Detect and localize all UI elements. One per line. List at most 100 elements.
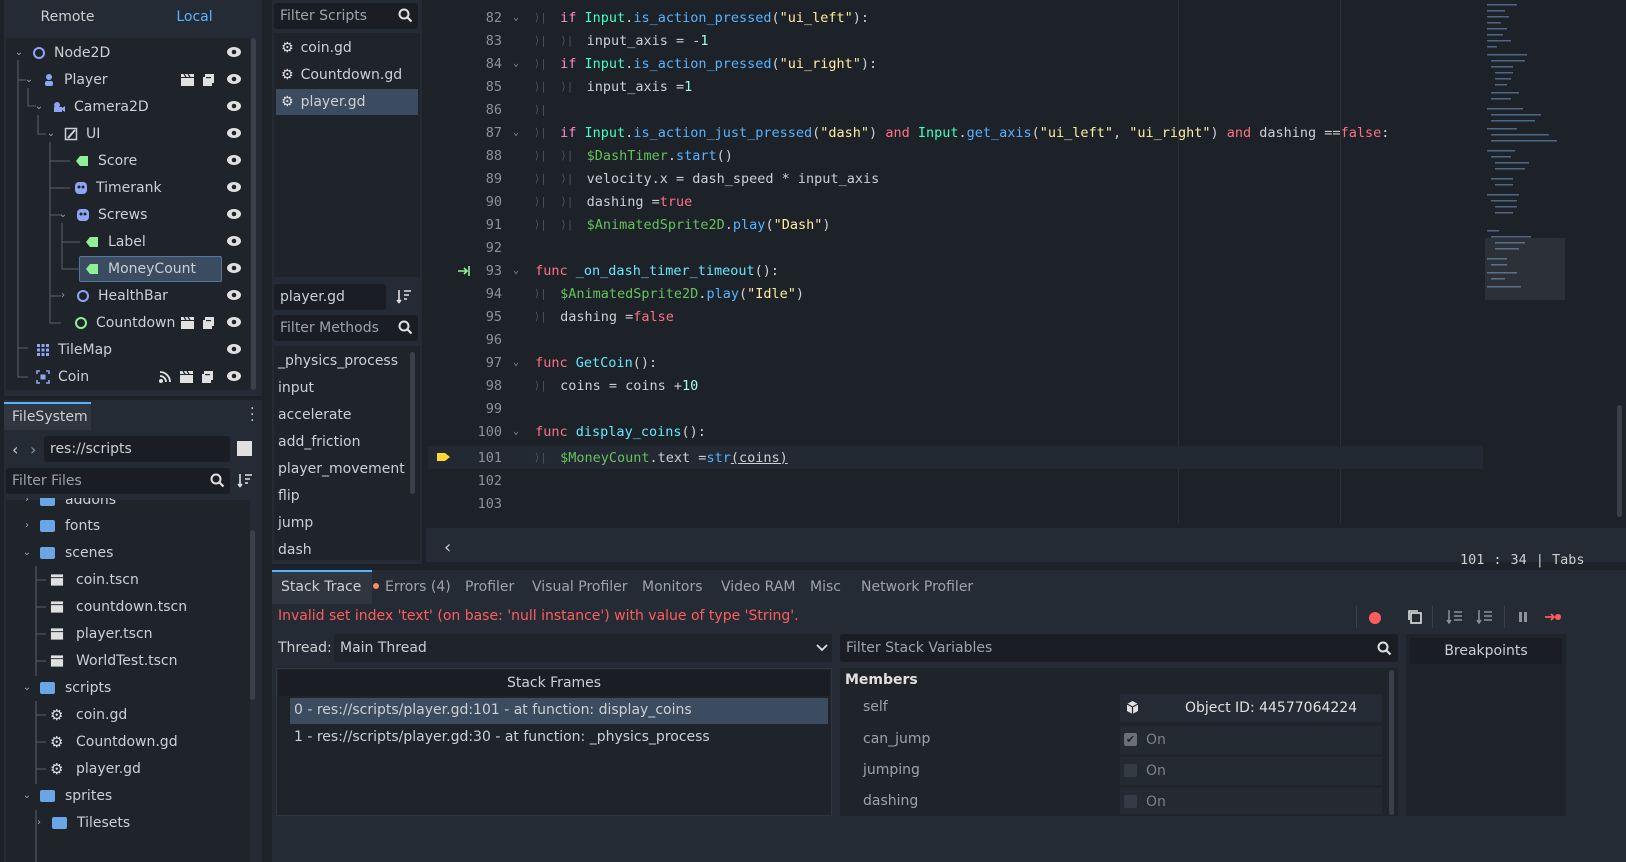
forward-icon[interactable]: › <box>30 440 36 459</box>
connected-signal-icon[interactable] <box>457 264 473 278</box>
checkbox-icon[interactable] <box>1124 795 1137 808</box>
pause-icon[interactable] <box>1514 608 1532 626</box>
filesystem-tab[interactable]: FileSystem <box>4 402 91 430</box>
tab-video-ram[interactable]: Video RAM <box>721 576 796 598</box>
tab-local[interactable]: Local <box>131 9 258 25</box>
thread-select[interactable]: Main Thread <box>334 634 832 662</box>
tree-node-tilemap[interactable]: TileMap <box>36 336 112 364</box>
method-item[interactable]: _physics_process <box>278 347 398 374</box>
fold-icon[interactable]: ⌄ <box>513 127 527 138</box>
fs-file-countdown-gd[interactable]: ⚙ Countdown.gd <box>50 728 178 755</box>
filter-scripts-input[interactable]: Filter Scripts <box>274 3 418 29</box>
tree-node-ui[interactable]: ⌄ UI <box>46 120 101 148</box>
filter-methods-input[interactable]: Filter Methods <box>274 315 418 341</box>
tree-node-score[interactable]: Score <box>74 147 137 175</box>
tree-node-moneycount[interactable]: MoneyCount <box>84 255 196 283</box>
tree-node-camera2d[interactable]: ⌄ Camera2D <box>34 93 149 121</box>
chevron-right-icon[interactable]: › <box>58 291 68 301</box>
sort-icon[interactable] <box>237 473 253 488</box>
minimap[interactable] <box>1485 0 1565 300</box>
tree-node-player[interactable]: ⌄ Player <box>24 66 108 94</box>
fs-file-player-tscn[interactable]: player.tscn <box>50 620 153 647</box>
script-item-countdown[interactable]: ⚙ Countdown.gd <box>276 62 418 88</box>
editor-scrollbar[interactable] <box>1617 405 1622 517</box>
copy-icon[interactable] <box>1406 608 1424 626</box>
fs-file-coin-gd[interactable]: ⚙ coin.gd <box>50 701 127 728</box>
kebab-menu-icon[interactable]: · · · <box>250 402 256 428</box>
fold-icon[interactable]: ⌄ <box>513 58 527 69</box>
tree-node-coin[interactable]: Coin <box>36 363 89 391</box>
stack-frame[interactable]: 0 - res://scripts/player.gd:101 - at fun… <box>294 702 692 718</box>
chevron-down-icon[interactable]: ⌄ <box>22 790 32 801</box>
chevron-right-icon[interactable]: › <box>22 520 32 531</box>
fs-folder-scripts[interactable]: ⌄ scripts <box>22 674 112 701</box>
clapper-icon[interactable] <box>180 73 195 87</box>
filter-stack-variables-input[interactable]: Filter Stack Variables <box>840 634 1398 662</box>
scene-scrollbar[interactable] <box>251 38 256 390</box>
signal-icon[interactable] <box>158 370 173 384</box>
tab-errors[interactable]: Errors (4) <box>385 576 451 598</box>
fs-folder-scenes[interactable]: ⌄ scenes <box>22 539 114 566</box>
method-item[interactable]: player_movement <box>278 455 405 482</box>
method-item[interactable]: jump <box>278 509 313 536</box>
tree-node-node2d[interactable]: ⌄ Node2D <box>14 39 110 67</box>
chevron-down-icon[interactable]: ⌄ <box>14 48 24 58</box>
script-icon[interactable] <box>201 316 216 330</box>
script-item-coin[interactable]: ⚙ coin.gd <box>276 35 418 61</box>
fs-file-countdown-tscn[interactable]: countdown.tscn <box>50 593 187 620</box>
file-tree-scrollbar[interactable] <box>250 530 255 700</box>
vars-scrollbar[interactable] <box>1389 670 1394 815</box>
tab-stack-trace[interactable]: Stack Trace <box>281 576 361 598</box>
tab-visual-profiler[interactable]: Visual Profiler <box>532 576 628 598</box>
tree-node-healthbar[interactable]: › HealthBar <box>58 282 168 310</box>
fold-icon[interactable]: ⌄ <box>513 265 527 276</box>
checkbox-icon[interactable] <box>1124 764 1137 777</box>
clapper-icon[interactable] <box>179 370 194 384</box>
clapper-icon[interactable] <box>180 316 195 330</box>
filter-files-input[interactable]: Filter Files <box>6 468 230 494</box>
tree-node-screws[interactable]: ⌄ Screws <box>58 201 148 229</box>
method-item[interactable]: accelerate <box>278 401 352 428</box>
tree-node-label[interactable]: Label <box>84 228 146 256</box>
fold-icon[interactable]: ⌄ <box>513 12 527 23</box>
indent-mode[interactable]: | Tabs <box>1536 552 1585 568</box>
step-over-icon[interactable] <box>1476 608 1494 626</box>
method-scrollbar[interactable] <box>410 352 415 494</box>
toggle-scripts-panel-icon[interactable]: ‹ <box>444 537 451 558</box>
fs-folder-tilesets[interactable]: › Tilesets <box>34 809 130 836</box>
layout-toggle-icon[interactable] <box>237 441 252 456</box>
chevron-down-icon[interactable]: ⌄ <box>22 682 32 693</box>
tree-node-countdown[interactable]: Countdown <box>74 309 175 337</box>
chevron-down-icon[interactable]: ⌄ <box>46 129 56 139</box>
path-input[interactable]: res://scripts <box>44 436 230 462</box>
stack-frame[interactable]: 1 - res://scripts/player.gd:30 - at func… <box>294 729 710 745</box>
script-icon[interactable] <box>200 370 215 384</box>
record-icon[interactable] <box>1369 612 1381 624</box>
chevron-down-icon[interactable]: ⌄ <box>34 102 44 112</box>
method-item[interactable]: flip <box>278 482 300 509</box>
continue-icon[interactable] <box>1544 608 1562 626</box>
chevron-down-icon[interactable]: ⌄ <box>58 210 68 220</box>
chevron-down-icon[interactable]: ⌄ <box>22 547 32 558</box>
tab-remote[interactable]: Remote <box>4 9 131 25</box>
tab-monitors[interactable]: Monitors <box>642 576 703 598</box>
method-item[interactable]: input <box>278 374 314 401</box>
tab-profiler[interactable]: Profiler <box>465 576 514 598</box>
chevron-down-icon[interactable]: ⌄ <box>24 75 34 85</box>
var-value[interactable]: Object ID: 44577064224 <box>1185 700 1357 716</box>
checkbox-checked-icon[interactable]: ✔ <box>1124 733 1137 746</box>
fold-icon[interactable]: ⌄ <box>513 357 527 368</box>
chevron-right-icon[interactable]: › <box>34 817 44 828</box>
tab-network-profiler[interactable]: Network Profiler <box>861 576 973 598</box>
fs-folder-sprites[interactable]: ⌄ sprites <box>22 782 112 809</box>
sort-icon[interactable] <box>396 289 412 304</box>
fs-file-coin-tscn[interactable]: coin.tscn <box>50 566 139 593</box>
fs-file-player-gd[interactable]: ⚙ player.gd <box>50 755 141 782</box>
method-item[interactable]: dash <box>278 536 312 563</box>
minimap-viewport[interactable] <box>1485 238 1565 300</box>
script-item-player[interactable]: ⚙ player.gd <box>276 89 418 115</box>
fs-file-worldtest-tscn[interactable]: WorldTest.tscn <box>50 647 178 674</box>
script-icon[interactable] <box>201 73 216 87</box>
tab-misc[interactable]: Misc <box>810 576 841 598</box>
fs-folder-fonts[interactable]: › fonts <box>22 512 100 539</box>
